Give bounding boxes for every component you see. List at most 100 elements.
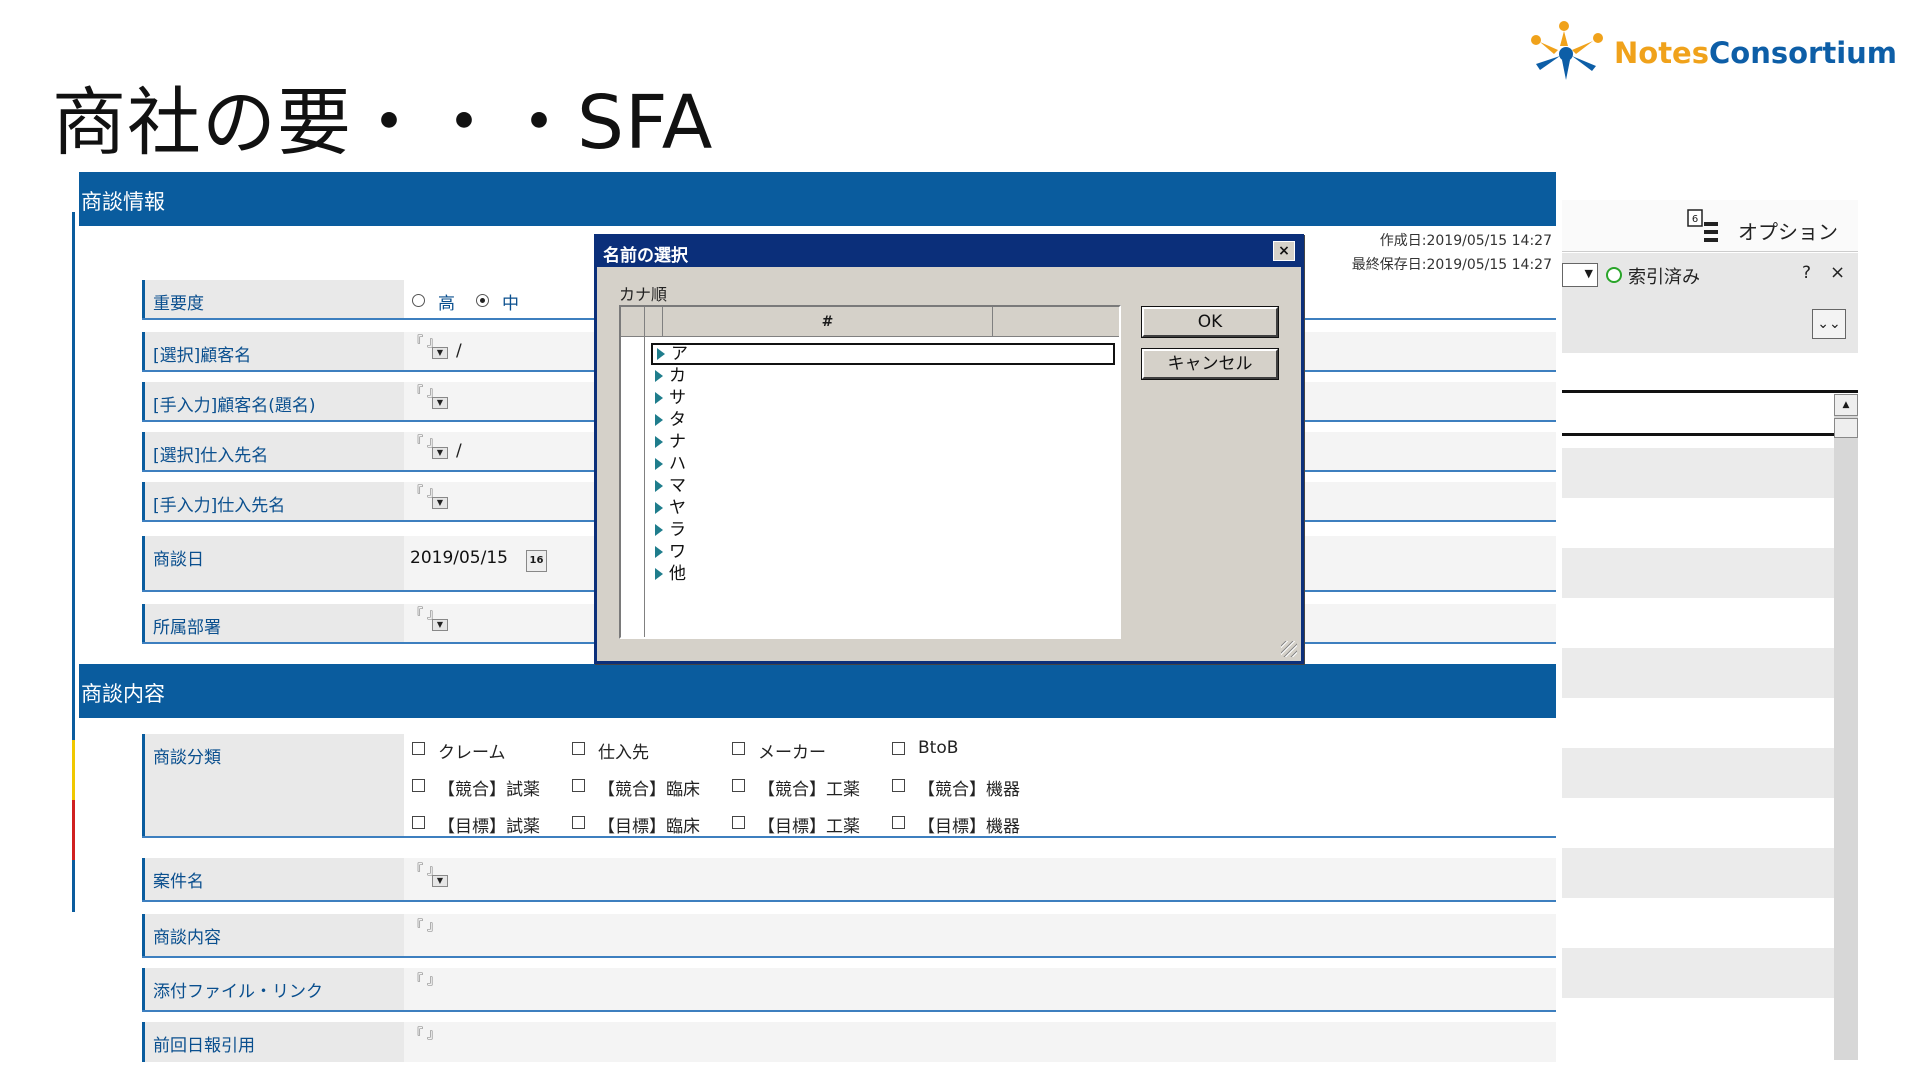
indexed-status-label: 索引済み	[1628, 267, 1700, 288]
ok-button[interactable]: OK	[1142, 307, 1278, 337]
value-project[interactable]: 『 』 ▼	[404, 858, 1556, 900]
expand-triangle-icon	[657, 348, 665, 360]
dialog-sort-label: カナ順	[619, 285, 668, 304]
header-cell-hash[interactable]: #	[663, 307, 993, 337]
radio-medium[interactable]	[476, 294, 489, 307]
checkbox-competitor-reagent[interactable]	[412, 779, 425, 792]
checkbox-supplier-label: 仕入先	[598, 743, 649, 763]
indexed-status-icon	[1606, 267, 1622, 283]
dialog-title: 名前の選択	[597, 237, 1301, 267]
kana-item-label: タ	[669, 410, 686, 430]
view-row[interactable]	[1562, 548, 1834, 598]
checkbox-target-equipment[interactable]	[892, 816, 905, 829]
left-stripe-red	[72, 800, 75, 860]
radio-high-label: 高	[438, 294, 455, 314]
dialog-close-icon[interactable]: ×	[1273, 241, 1295, 261]
kana-list-header: #	[621, 307, 1119, 337]
kana-item-label: 他	[669, 564, 686, 584]
field-bracket: 『 』	[410, 973, 441, 988]
kana-item[interactable]: ナ	[651, 431, 1115, 453]
kana-list-gutter	[621, 337, 645, 637]
checkbox-target-reagent[interactable]	[412, 816, 425, 829]
left-stripe-blue	[72, 212, 75, 532]
supplier-dropdown-button[interactable]: ▼	[432, 447, 448, 459]
kana-item[interactable]: サ	[651, 387, 1115, 409]
kana-item-label: ナ	[669, 432, 686, 452]
view-scrollbar[interactable]: ▲	[1834, 394, 1858, 1060]
checkbox-competitor-industrial-label: 【競合】工薬	[758, 780, 860, 800]
cancel-button[interactable]: キャンセル	[1142, 349, 1278, 379]
row-content: 商談内容 『 』	[142, 914, 1556, 958]
project-dropdown-button[interactable]: ▼	[432, 875, 448, 887]
customer-manual-dropdown-button[interactable]: ▼	[432, 397, 448, 409]
checkbox-claim[interactable]	[412, 742, 425, 755]
notes-consortium-logo: NotesConsortium	[1526, 16, 1916, 86]
kana-item[interactable]: ワ	[651, 541, 1115, 563]
checkbox-supplier[interactable]	[572, 742, 585, 755]
checkbox-target-reagent-label: 【目標】試薬	[438, 817, 540, 837]
checkbox-btob[interactable]	[892, 742, 905, 755]
supplier-manual-dropdown-button[interactable]: ▼	[432, 497, 448, 509]
expand-triangle-icon	[655, 370, 663, 382]
kana-item[interactable]: ラ	[651, 519, 1115, 541]
meeting-date-input[interactable]: 2019/05/15	[410, 548, 508, 568]
checkbox-competitor-equipment[interactable]	[892, 779, 905, 792]
customer-dropdown-button[interactable]: ▼	[432, 347, 448, 359]
filter-dropdown[interactable]: ▼	[1562, 263, 1598, 287]
expand-triangle-icon	[655, 480, 663, 492]
close-panel-button[interactable]: ×	[1830, 262, 1845, 283]
expand-triangle-icon	[655, 392, 663, 404]
kana-item[interactable]: ア	[651, 343, 1115, 365]
row-project: 案件名 『 』 ▼	[142, 858, 1556, 902]
scroll-thumb[interactable]	[1834, 418, 1858, 438]
header-cell-extra	[993, 307, 1119, 337]
kana-item[interactable]: ハ	[651, 453, 1115, 475]
kana-item-label: マ	[669, 476, 686, 496]
options-icon[interactable]: 6	[1686, 208, 1722, 244]
kana-item-label: ア	[671, 344, 688, 364]
kana-item-label: カ	[669, 366, 686, 386]
scroll-up-arrow-icon[interactable]: ▲	[1834, 394, 1858, 416]
value-previous-report[interactable]: 『 』	[404, 1022, 1556, 1062]
field-bracket: 『 』	[410, 1027, 441, 1042]
kana-item[interactable]: タ	[651, 409, 1115, 431]
view-row[interactable]	[1562, 448, 1834, 498]
expand-triangle-icon	[655, 436, 663, 448]
view-row[interactable]	[1562, 648, 1834, 698]
label-category: 商談分類	[142, 734, 404, 836]
checkbox-maker[interactable]	[732, 742, 745, 755]
label-supplier-manual: [手入力]仕入先名	[142, 482, 404, 520]
checkbox-target-industrial[interactable]	[732, 816, 745, 829]
kana-item-label: サ	[669, 388, 686, 408]
label-customer-select: [選択]顧客名	[142, 332, 404, 370]
label-department: 所属部署	[142, 604, 404, 642]
kana-item[interactable]: カ	[651, 365, 1115, 387]
view-row[interactable]	[1562, 948, 1834, 998]
view-selected-row[interactable]	[1562, 396, 1834, 436]
notes-view-panel: 6 オプション ▼ 索引済み ? × ⌄⌄ ▲	[1562, 200, 1858, 1060]
checkbox-maker-label: メーカー	[758, 743, 826, 763]
row-previous-report: 前回日報引用 『 』	[142, 1022, 1556, 1062]
options-label[interactable]: オプション	[1738, 216, 1838, 245]
expand-icon[interactable]: ⌄⌄	[1812, 309, 1846, 339]
checkbox-competitor-industrial[interactable]	[732, 779, 745, 792]
checkbox-target-equipment-label: 【目標】機器	[918, 817, 1020, 837]
value-content[interactable]: 『 』	[404, 914, 1556, 956]
kana-item[interactable]: ヤ	[651, 497, 1115, 519]
checkbox-target-clinical[interactable]	[572, 816, 585, 829]
kana-item[interactable]: マ	[651, 475, 1115, 497]
row-category: 商談分類 クレーム 仕入先 メーカー BtoB 【競合】試薬 【競合】臨床 【競…	[142, 734, 1556, 838]
label-project: 案件名	[142, 858, 404, 900]
kana-item[interactable]: 他	[651, 563, 1115, 585]
value-attachment[interactable]: 『 』	[404, 968, 1556, 1010]
consortium-logo-icon	[1531, 21, 1603, 80]
resize-grip-icon[interactable]	[1281, 641, 1297, 657]
view-row[interactable]	[1562, 848, 1834, 898]
calendar-icon[interactable]: 16	[526, 550, 547, 572]
checkbox-competitor-clinical[interactable]	[572, 779, 585, 792]
view-row[interactable]	[1562, 748, 1834, 798]
checkbox-competitor-equipment-label: 【競合】機器	[918, 780, 1020, 800]
help-button[interactable]: ?	[1802, 263, 1811, 283]
radio-high[interactable]	[412, 294, 425, 307]
department-dropdown-button[interactable]: ▼	[432, 619, 448, 631]
